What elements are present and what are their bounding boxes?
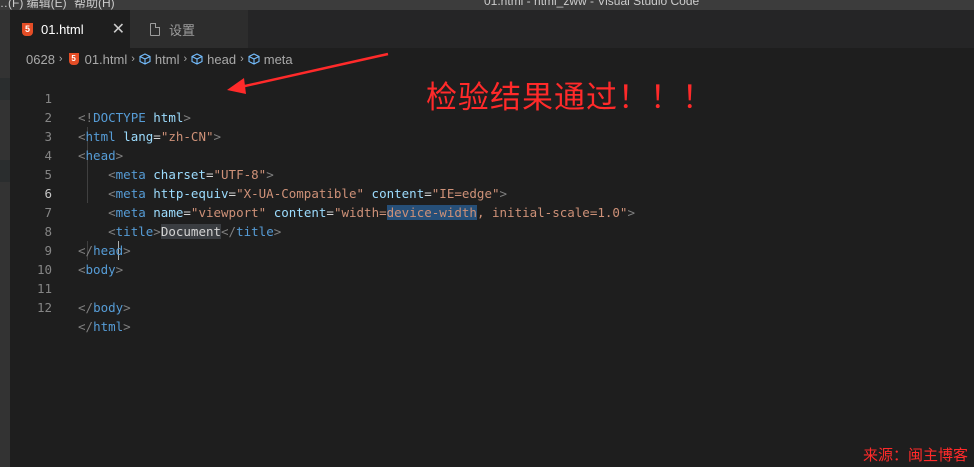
- annotation-text: 检验结果通过！！！: [426, 80, 714, 116]
- watermark: 来源：闽主博客: [862, 446, 968, 464]
- annotation-arrow: [227, 52, 389, 94]
